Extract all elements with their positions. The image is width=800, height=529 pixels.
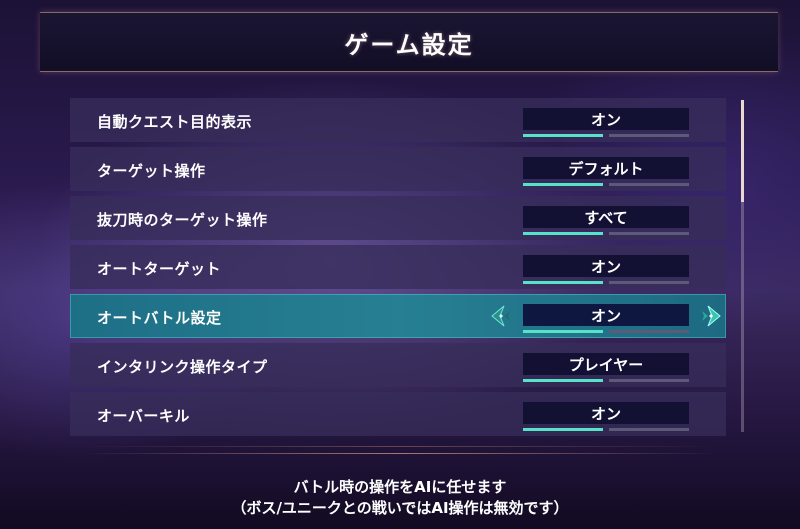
option-indicator-active [523,281,603,284]
setting-label: ターゲット操作 [97,162,206,180]
option-indicator-inactive [609,134,689,137]
setting-row-auto-battle[interactable]: オートバトル設定 オン [70,294,726,338]
description-line-1: バトル時の操作をAIに任せます [293,478,507,496]
description-line-2: （ボス/ユニークとの戦いではAI操作は無効です） [231,499,569,517]
divider [80,446,720,447]
setting-row-auto-target[interactable]: オートターゲット オン [70,245,726,289]
setting-value[interactable]: すべて [523,206,689,228]
setting-value[interactable]: プレイヤー [523,353,689,375]
divider [80,453,720,454]
setting-label: 自動クエスト目的表示 [97,113,253,131]
setting-label: オートターゲット [97,260,222,278]
setting-label: オーバーキル [97,407,190,425]
diamond-arrow-left-icon[interactable] [490,304,516,328]
option-indicator-active [523,330,603,333]
scrollbar-thumb[interactable] [741,100,744,202]
setting-row-interlink-control-type[interactable]: インタリンク操作タイプ プレイヤー [70,343,726,387]
option-indicator-active [523,379,603,382]
option-indicator-inactive [609,232,689,235]
title-bar: ゲーム設定 [40,12,778,72]
option-indicator-inactive [609,330,689,333]
setting-row-drawn-target-control[interactable]: 抜刀時のターゲット操作 すべて [70,196,726,240]
setting-row-target-control[interactable]: ターゲット操作 デフォルト [70,147,726,191]
setting-value[interactable]: デフォルト [523,157,689,179]
option-indicator-active [523,134,603,137]
page-title: ゲーム設定 [344,30,474,59]
option-indicator-inactive [609,379,689,382]
diamond-arrow-right-icon[interactable] [696,304,722,328]
settings-list: 自動クエスト目的表示 オン ターゲット操作 デフォルト 抜刀時のターゲット操作 … [70,98,726,441]
setting-value[interactable]: オン [523,402,689,424]
setting-label: オートバトル設定 [97,309,222,327]
option-indicator-inactive [609,183,689,186]
setting-row-auto-quest-display[interactable]: 自動クエスト目的表示 オン [70,98,726,142]
setting-row-overkill[interactable]: オーバーキル オン [70,392,726,436]
option-indicator-active [523,428,603,431]
option-indicator-active [523,183,603,186]
setting-value[interactable]: オン [523,108,689,130]
setting-description: バトル時の操作をAIに任せます （ボス/ユニークとの戦いではAI操作は無効です） [0,477,800,519]
option-indicator-active [523,232,603,235]
setting-value[interactable]: オン [523,255,689,277]
scrollbar[interactable] [741,100,744,432]
setting-value[interactable]: オン [523,304,689,326]
option-indicator-inactive [609,281,689,284]
setting-label: 抜刀時のターゲット操作 [97,211,268,229]
option-indicator-inactive [609,428,689,431]
setting-label: インタリンク操作タイプ [97,358,268,376]
